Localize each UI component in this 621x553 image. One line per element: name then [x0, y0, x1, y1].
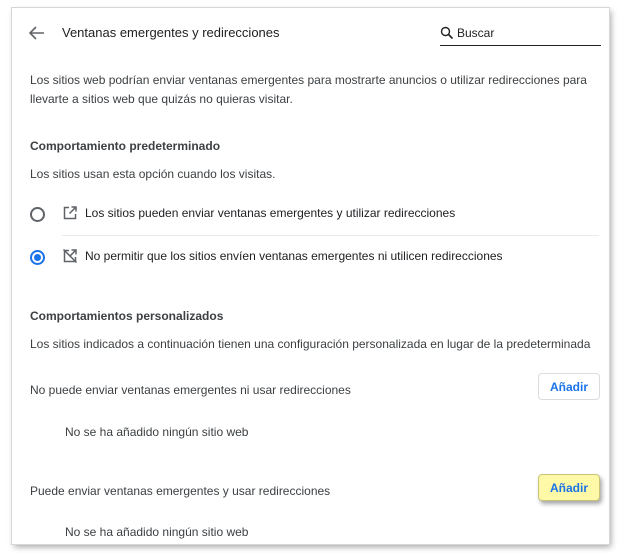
page-title: Ventanas emergentes y redirecciones: [62, 25, 280, 40]
custom-behaviors-title: Comportamientos personalizados: [30, 309, 224, 323]
radio-option-allow[interactable]: Los sitios pueden enviar ventanas emerge…: [12, 194, 609, 234]
radio-button[interactable]: [30, 207, 45, 222]
radio-option-block[interactable]: No permitir que los sitios envíen ventan…: [12, 237, 609, 277]
add-allowed-site-button[interactable]: Añadir: [538, 474, 600, 501]
default-behavior-title: Comportamiento predeterminado: [30, 139, 221, 153]
popups-blocked-icon: [62, 248, 78, 264]
block-list-label: No puede enviar ventanas emergentes ni u…: [30, 383, 351, 397]
search-icon: [440, 26, 454, 40]
intro-line-1: Los sitios web podrían enviar ventanas e…: [30, 73, 587, 87]
allow-list-label: Puede enviar ventanas emergentes y usar …: [30, 484, 331, 498]
page-header: Ventanas emergentes y redirecciones: [12, 8, 609, 58]
arrow-back-icon: [28, 26, 44, 40]
open-in-new-icon: [63, 206, 77, 220]
search-input[interactable]: [457, 24, 597, 42]
search-box[interactable]: [440, 23, 601, 46]
default-behavior-subtitle: Los sitios usan esta opción cuando los v…: [30, 167, 276, 181]
radio-label: No permitir que los sitios envíen ventan…: [85, 249, 503, 263]
back-button[interactable]: [26, 22, 48, 44]
divider: [62, 235, 599, 236]
custom-behaviors-subtitle: Los sitios indicados a continuación tien…: [30, 337, 591, 351]
radio-button-selected[interactable]: [30, 250, 45, 265]
intro-line-2: llevarte a sitios web que quizás no quie…: [30, 92, 293, 106]
block-list-empty-text: No se ha añadido ningún sitio web: [65, 425, 249, 439]
add-blocked-site-button[interactable]: Añadir: [538, 373, 600, 400]
allow-list-empty-text: No se ha añadido ningún sitio web: [65, 525, 249, 539]
settings-panel: Ventanas emergentes y redirecciones Los …: [12, 8, 609, 544]
radio-label: Los sitios pueden enviar ventanas emerge…: [85, 206, 456, 220]
